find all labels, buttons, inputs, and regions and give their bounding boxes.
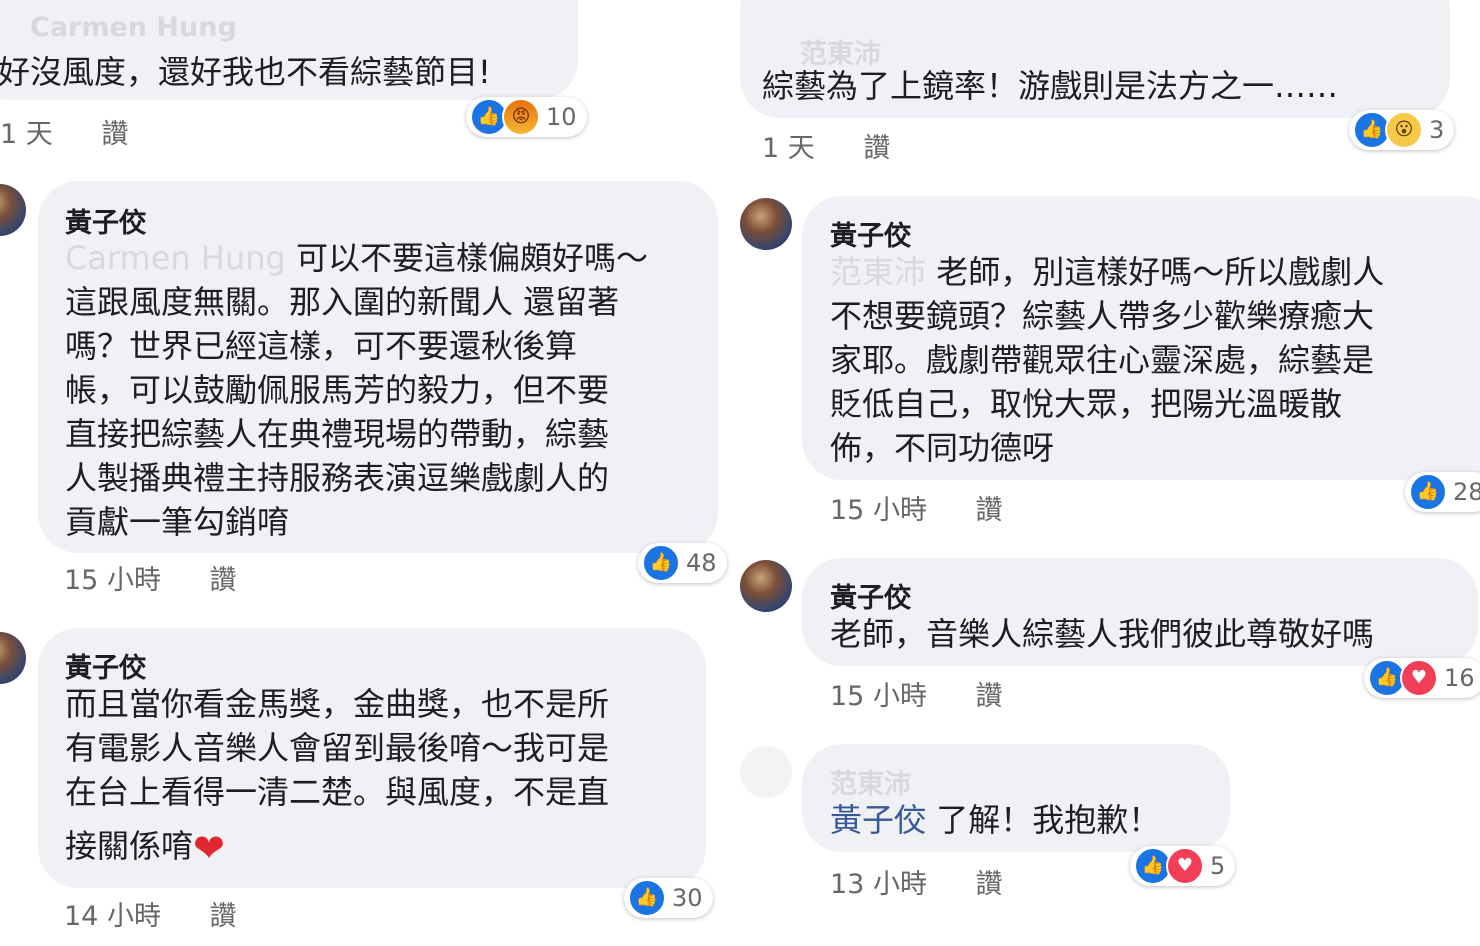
reaction-count: 10 xyxy=(546,103,577,131)
comment-text: 范東沛 老師，別這樣好嗎～所以戲劇人 不想要鏡頭？綜藝人帶多少歡樂療癒大 家耶。… xyxy=(830,250,1480,470)
like-action-button[interactable]: 讚 xyxy=(976,681,1003,712)
reaction-summary[interactable]: 👍 ♥ 16 xyxy=(1364,658,1480,698)
reaction-summary[interactable]: 👍 ♥ 5 xyxy=(1130,846,1236,886)
comment-bubble: 黃子佼 Carmen Hung 可以不要這樣偏頗好嗎～ 這跟風度無關。那入圍的新… xyxy=(38,181,718,553)
comment-author[interactable]: Carmen Hung xyxy=(30,12,237,43)
comment-text: 老師，音樂人綜藝人我們彼此尊敬好嗎 xyxy=(830,615,1375,653)
comment-timestamp[interactable]: 15 小時 xyxy=(830,681,927,712)
reaction-count: 48 xyxy=(686,549,717,577)
mention-link[interactable]: 黃子佼 xyxy=(830,801,926,839)
comment-bubble: 黃子佼 老師，音樂人綜藝人我們彼此尊敬好嗎 xyxy=(802,558,1478,666)
comment-timestamp[interactable]: 15 小時 xyxy=(830,495,927,526)
comment-line: 貶低自己，取悅大眾，把陽光溫暖散 xyxy=(830,385,1343,423)
like-action-button[interactable]: 讚 xyxy=(976,495,1003,526)
comment-bubble: 范東沛 黃子佼 了解！我抱歉！ xyxy=(802,744,1230,852)
comment-line: 老師，別這樣好嗎～所以戲劇人 xyxy=(936,253,1385,291)
comment-line: 接關係唷 xyxy=(65,827,194,865)
comment-text: 黃子佼 了解！我抱歉！ xyxy=(830,798,1160,842)
reaction-count: 28 xyxy=(1453,478,1480,506)
reaction-count: 5 xyxy=(1210,852,1226,880)
comment-line: 家耶。戲劇帶觀眾往心靈深處，綜藝是 xyxy=(830,341,1375,379)
comment-text: Carmen Hung 可以不要這樣偏頗好嗎～ 這跟風度無關。那入圍的新聞人 還… xyxy=(65,236,715,544)
reaction-count: 16 xyxy=(1444,664,1475,692)
reaction-summary[interactable]: 👍 48 xyxy=(638,543,727,583)
comment-meta: 1 天 讚 xyxy=(0,112,168,151)
comment-meta: 15 小時 讚 xyxy=(64,558,277,597)
avatar[interactable] xyxy=(0,184,26,236)
reaction-summary[interactable]: 👍 😮 3 xyxy=(1349,110,1455,150)
comment-bubble: 范東沛 綜藝為了上鏡率！游戲則是法方之一…… xyxy=(740,0,1450,118)
reaction-count: 3 xyxy=(1429,116,1445,144)
avatar[interactable] xyxy=(740,560,792,612)
comment-line: 了解！我抱歉！ xyxy=(936,801,1161,839)
comment-meta: 1 天 讚 xyxy=(762,126,930,165)
comment-line: 嗎？世界已經這樣，可不要還秋後算 xyxy=(65,327,578,365)
comment-author[interactable]: 范東沛 xyxy=(830,762,911,801)
avatar[interactable] xyxy=(740,198,792,250)
comment-author[interactable]: 黃子佼 xyxy=(830,214,911,253)
like-action-button[interactable]: 讚 xyxy=(101,119,128,150)
like-action-button[interactable]: 讚 xyxy=(210,901,237,932)
comment-meta: 15 小時 讚 xyxy=(830,488,1043,527)
love-reaction-icon: ♥ xyxy=(1400,659,1438,697)
comment-author[interactable]: 黃子佼 xyxy=(65,646,146,685)
like-reaction-icon: 👍 xyxy=(628,879,666,917)
comment-timestamp[interactable]: 15 小時 xyxy=(64,565,161,596)
angry-reaction-icon: 😡 xyxy=(502,98,540,136)
like-action-button[interactable]: 讚 xyxy=(976,869,1003,900)
avatar[interactable] xyxy=(0,632,26,684)
comment-meta: 14 小時 讚 xyxy=(64,894,277,933)
comment-timestamp[interactable]: 1 天 xyxy=(0,119,53,150)
comment-text: 綜藝為了上鏡率！游戲則是法方之一…… xyxy=(762,67,1339,105)
reaction-summary[interactable]: 👍 😡 10 xyxy=(466,97,587,137)
comment-timestamp[interactable]: 1 天 xyxy=(762,133,815,164)
avatar[interactable] xyxy=(740,746,792,798)
comment-meta: 13 小時 讚 xyxy=(830,862,1043,901)
comment-meta: 15 小時 讚 xyxy=(830,674,1043,713)
comment-author[interactable]: 黃子佼 xyxy=(65,201,146,240)
like-action-button[interactable]: 讚 xyxy=(863,133,890,164)
mention-tag[interactable]: Carmen Hung xyxy=(65,239,286,277)
comment-text: 好沒風度，還好我也不看綜藝節目! xyxy=(0,53,491,91)
comment-line: 有電影人音樂人會留到最後唷～我可是 xyxy=(65,729,610,767)
comment-line: 佈，不同功德呀 xyxy=(830,429,1055,467)
like-action-button[interactable]: 讚 xyxy=(210,565,237,596)
like-reaction-icon: 👍 xyxy=(1409,473,1447,511)
reaction-count: 30 xyxy=(672,884,703,912)
comment-bubble: Carmen Hung 好沒風度，還好我也不看綜藝節目! xyxy=(0,0,578,100)
comment-line: 而且當你看金馬獎，金曲獎，也不是所 xyxy=(65,685,610,723)
heart-emoji-icon: ❤ xyxy=(193,826,225,870)
wow-reaction-icon: 😮 xyxy=(1385,111,1423,149)
comment-bubble: 黃子佼 范東沛 老師，別這樣好嗎～所以戲劇人 不想要鏡頭？綜藝人帶多少歡樂療癒大… xyxy=(802,196,1480,480)
comment-text: 而且當你看金馬獎，金曲獎，也不是所 有電影人音樂人會留到最後唷～我可是 在台上看… xyxy=(65,682,705,870)
comment-line: 貢獻一筆勾銷唷 xyxy=(65,503,290,541)
comment-author[interactable]: 黃子佼 xyxy=(830,576,911,615)
comment-line: 人製播典禮主持服務表演逗樂戲劇人的 xyxy=(65,459,610,497)
comment-timestamp[interactable]: 13 小時 xyxy=(830,869,927,900)
comment-bubble: 黃子佼 而且當你看金馬獎，金曲獎，也不是所 有電影人音樂人會留到最後唷～我可是 … xyxy=(38,628,706,888)
comment-line: 這跟風度無關。那入圍的新聞人 還留著 xyxy=(65,283,620,321)
like-reaction-icon: 👍 xyxy=(642,544,680,582)
comment-line: 帳，可以鼓勵佩服馬芳的毅力，但不要 xyxy=(65,371,610,409)
comment-timestamp[interactable]: 14 小時 xyxy=(64,901,161,932)
love-reaction-icon: ♥ xyxy=(1166,847,1204,885)
comment-line: 可以不要這樣偏頗好嗎～ xyxy=(295,239,648,277)
comment-line: 在台上看得一清二楚。與風度，不是直 xyxy=(65,773,610,811)
reaction-summary[interactable]: 👍 28 xyxy=(1405,472,1480,512)
mention-tag[interactable]: 范東沛 xyxy=(830,253,926,291)
reaction-summary[interactable]: 👍 30 xyxy=(624,878,713,918)
comment-line: 不想要鏡頭？綜藝人帶多少歡樂療癒大 xyxy=(830,297,1375,335)
comment-line: 直接把綜藝人在典禮現場的帶動，綜藝 xyxy=(65,415,610,453)
